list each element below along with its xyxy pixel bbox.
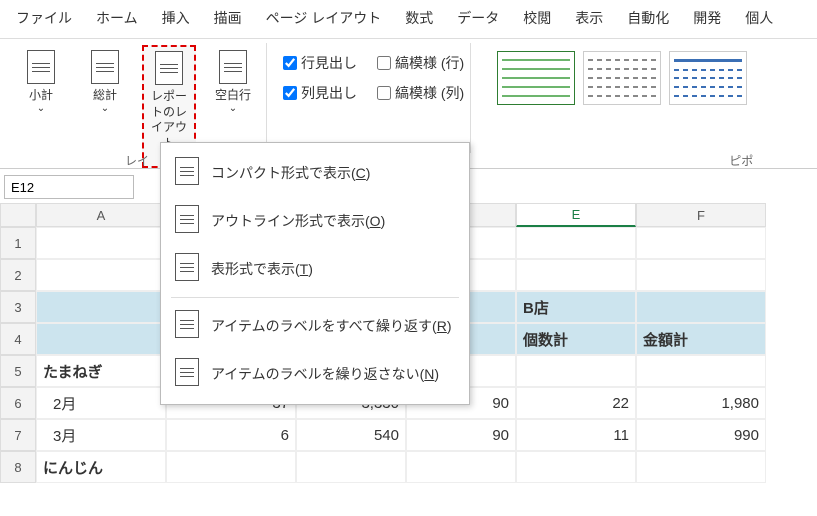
menu-review[interactable]: 校閲 [511, 6, 563, 30]
row-header-2[interactable]: 2 [0, 259, 36, 291]
chevron-down-icon: ⌄ [37, 102, 45, 115]
dd-tabular[interactable]: 表形式で表示(T) [161, 245, 469, 293]
subtotal-button[interactable]: 小計 ⌄ [14, 45, 68, 120]
menu-pagelayout[interactable]: ページ レイアウト [254, 6, 394, 30]
menu-view[interactable]: 表示 [563, 6, 615, 30]
dd-norepeat-label: アイテムのラベルを繰り返さない(N) [211, 364, 439, 384]
row-header-1[interactable]: 1 [0, 227, 36, 259]
grandtotal-button[interactable]: 総計 ⌄ [78, 45, 132, 120]
row-8: 8にんじん [0, 451, 817, 483]
cell-7C[interactable]: 540 [296, 419, 406, 451]
doc-icon [175, 253, 199, 281]
cell-6A[interactable]: 2月 [36, 387, 166, 419]
col-header-E[interactable]: E [516, 203, 636, 227]
row-header-7[interactable]: 7 [0, 419, 36, 451]
cell-7E[interactable]: 11 [516, 419, 636, 451]
style-thumb-2[interactable] [583, 51, 661, 105]
doc-icon [219, 50, 247, 84]
check-row-headers[interactable]: 行見出し [283, 53, 357, 73]
cell-store-b[interactable]: B店 [516, 291, 636, 323]
ribbon-group-options: 行見出し 縞模様 (行) 列見出し 縞模様 (列) プション [266, 43, 470, 153]
dd-tabular-label: 表形式で表示(T) [211, 259, 313, 279]
doc-icon [27, 50, 55, 84]
chevron-down-icon: ⌄ [101, 102, 109, 115]
cell-6F[interactable]: 1,980 [636, 387, 766, 419]
menu-automate[interactable]: 自動化 [615, 6, 681, 30]
doc-icon [155, 51, 183, 85]
col-header-A[interactable]: A [36, 203, 166, 227]
name-box[interactable] [4, 175, 134, 199]
row-header-5[interactable]: 5 [0, 355, 36, 387]
check-banded-cols[interactable]: 縞模様 (列) [377, 83, 464, 103]
dd-no-repeat-labels[interactable]: アイテムのラベルを繰り返さない(N) [161, 350, 469, 398]
doc-icon [175, 310, 199, 338]
dd-repeat-label: アイテムのラベルをすべて繰り返す(R) [211, 316, 452, 336]
chevron-down-icon: ⌄ [229, 102, 237, 115]
menu-draw[interactable]: 描画 [202, 6, 254, 30]
cell-7B[interactable]: 6 [166, 419, 296, 451]
row-header-4[interactable]: 4 [0, 323, 36, 355]
dd-outline[interactable]: アウトライン形式で表示(O) [161, 197, 469, 245]
doc-icon [175, 358, 199, 386]
row-header-3[interactable]: 3 [0, 291, 36, 323]
cell-7D[interactable]: 90 [406, 419, 516, 451]
check-banded-rows[interactable]: 縞模様 (行) [377, 53, 464, 73]
cell-6E[interactable]: 22 [516, 387, 636, 419]
col-header-F[interactable]: F [636, 203, 766, 227]
menu-formulas[interactable]: 数式 [393, 6, 445, 30]
select-all-corner[interactable] [0, 203, 36, 227]
cell-hdr-amount[interactable]: 金額計 [636, 323, 766, 355]
blank-rows-button[interactable]: 空白行 ⌄ [206, 45, 260, 120]
menu-developer[interactable]: 開発 [681, 6, 733, 30]
menu-data[interactable]: データ [445, 6, 511, 30]
row-header-6[interactable]: 6 [0, 387, 36, 419]
cell-group-carrot[interactable]: にんじん [36, 451, 166, 483]
menu-insert[interactable]: 挿入 [150, 6, 202, 30]
doc-icon [175, 157, 199, 185]
group-label-layout: レイ [125, 152, 149, 169]
style-thumb-1[interactable] [497, 51, 575, 105]
check-col-headers[interactable]: 列見出し [283, 83, 357, 103]
dd-compact[interactable]: コンパクト形式で表示(C) [161, 149, 469, 197]
cell-7A[interactable]: 3月 [36, 419, 166, 451]
menu-bar: ファイル ホーム 挿入 描画 ページ レイアウト 数式 データ 校閲 表示 自動… [0, 0, 817, 39]
style-gallery[interactable] [497, 45, 747, 105]
cell-hdr-count[interactable]: 個数計 [516, 323, 636, 355]
report-layout-dropdown: コンパクト形式で表示(C) アウトライン形式で表示(O) 表形式で表示(T) ア… [160, 142, 470, 405]
doc-icon [91, 50, 119, 84]
menu-home[interactable]: ホーム [84, 6, 150, 30]
dd-compact-label: コンパクト形式で表示(C) [211, 163, 370, 183]
dd-separator [171, 297, 459, 298]
ribbon-group-layout: 小計 ⌄ 総計 ⌄ レポートのレイアウト ⌄ 空白行 ⌄ レイ [8, 43, 266, 153]
menu-file[interactable]: ファイル [4, 6, 84, 30]
style-thumb-3[interactable] [669, 51, 747, 105]
dd-outline-label: アウトライン形式で表示(O) [211, 211, 385, 231]
group-label-styles: ピポ [729, 152, 753, 169]
ribbon-group-styles: ピポ [470, 43, 753, 153]
menu-personal[interactable]: 個人 [733, 6, 785, 30]
cell-group-onion[interactable]: たまねぎ [36, 355, 166, 387]
cell-7F[interactable]: 990 [636, 419, 766, 451]
row-header-8[interactable]: 8 [0, 451, 36, 483]
row-7: 73月65409011990 [0, 419, 817, 451]
dd-repeat-labels[interactable]: アイテムのラベルをすべて繰り返す(R) [161, 302, 469, 350]
doc-icon [175, 205, 199, 233]
